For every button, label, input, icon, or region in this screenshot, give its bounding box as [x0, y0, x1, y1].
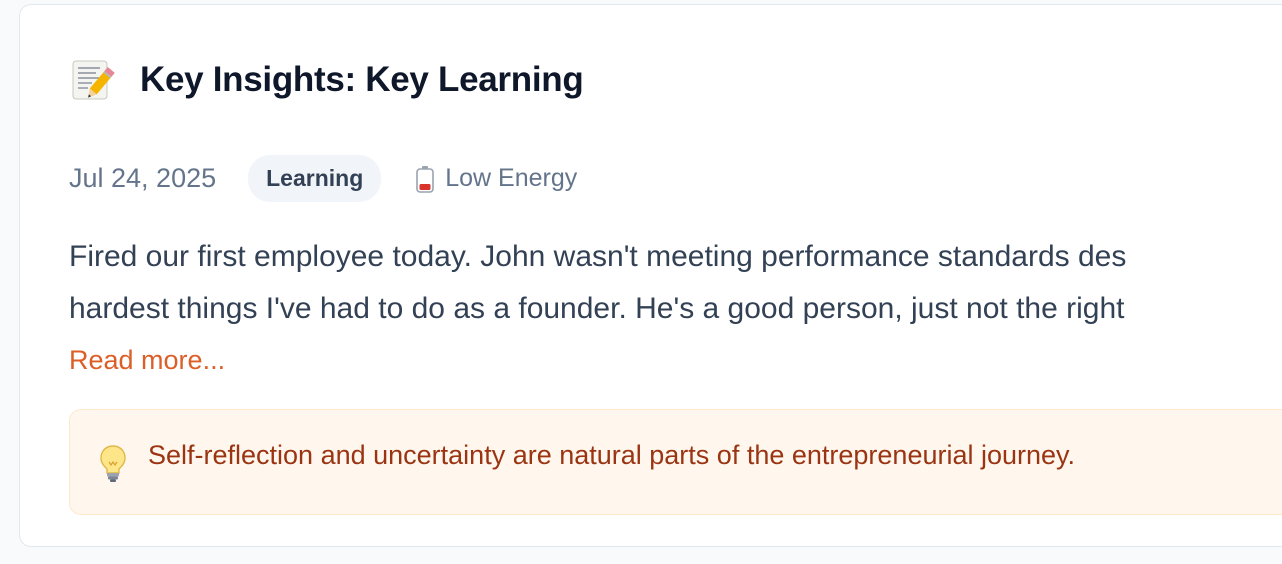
entry-date: Jul 24, 2025: [69, 163, 217, 193]
category-tag[interactable]: Learning: [248, 155, 382, 202]
lightbulb-icon: [98, 444, 128, 484]
energy-level: Low Energy: [415, 164, 577, 193]
entry-header: Key Insights: Key Learning: [70, 57, 584, 103]
entry-body: Fired our first employee today. John was…: [69, 231, 1282, 335]
journal-entry-card[interactable]: Key Insights: Key Learning Jul 24, 2025 …: [19, 4, 1282, 547]
entry-body-line: Fired our first employee today. John was…: [69, 240, 1127, 273]
low-battery-icon: [415, 165, 435, 193]
entry-title: Key Insights: Key Learning: [140, 60, 584, 99]
memo-pencil-icon: [70, 57, 116, 103]
entry-body-line: hardest things I've had to do as a found…: [69, 292, 1125, 325]
read-more-link[interactable]: Read more...: [69, 345, 225, 376]
insight-callout: Self-reflection and uncertainty are natu…: [69, 409, 1282, 515]
energy-label: Low Energy: [445, 164, 578, 192]
entry-meta: Jul 24, 2025 Learning Low Energy: [69, 155, 577, 202]
insight-text: Self-reflection and uncertainty are natu…: [148, 440, 1076, 470]
